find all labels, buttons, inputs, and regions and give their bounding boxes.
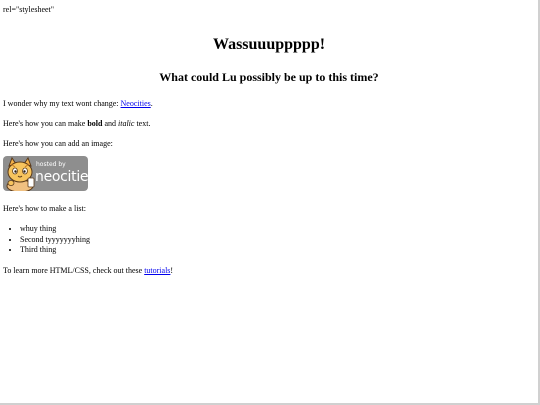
neocities-link[interactable]: Neocities — [121, 99, 151, 108]
neocities-badge-image[interactable]: hosted by neocities — [3, 156, 88, 191]
list-item: Second tyyyyyyyhing — [20, 235, 535, 246]
bold-text: bold — [87, 119, 103, 128]
paragraph-text: and — [102, 119, 118, 128]
list-item: whuy thing — [20, 224, 535, 235]
paragraph-text: To learn more HTML/CSS, check out these — [3, 265, 145, 275]
paragraph-image: Here's how you can add an image: — [3, 139, 113, 148]
list-item: Third thing — [20, 245, 535, 256]
paragraph-formatting: Here's how you can make bold and italic … — [3, 119, 535, 129]
paragraph-text: Here's how you can make — [3, 119, 88, 128]
paragraph-text: ! — [170, 265, 174, 275]
paragraph-text: I wonder why my text wont change: — [3, 99, 121, 108]
italic-text: italic — [118, 119, 135, 128]
page-heading: Wassuuuppppp! — [212, 36, 326, 53]
paragraph-text: . — [150, 99, 153, 108]
hosted-by-neocities-badge[interactable]: hosted by neocities — [3, 156, 89, 192]
badge-brand-text: neocities — [35, 169, 88, 185]
page-subheading: What could Lu possibly be up to this tim… — [159, 70, 379, 84]
paragraph-learn-more: To learn more HTML/CSS, check out these … — [3, 266, 535, 276]
bullet-list: whuy thing Second tyyyyyyyhing Third thi… — [3, 224, 535, 256]
badge-hosted-text: hosted by — [36, 161, 66, 168]
paragraph-text-question: I wonder why my text wont change: Neocit… — [3, 99, 535, 109]
cat-mascot-icon — [6, 156, 35, 191]
stray-text: rel="stylesheet" — [3, 5, 55, 14]
page: { "stray_text": "rel=\"stylesheet\"", "h… — [0, 0, 540, 405]
tutorials-link[interactable]: tutorials — [144, 266, 170, 275]
paragraph-text: text. — [134, 119, 151, 128]
paragraph-list-intro: Here's how to make a list: — [3, 204, 86, 213]
page-content: rel="stylesheet" Wassuuuppppp! What coul… — [0, 0, 538, 276]
